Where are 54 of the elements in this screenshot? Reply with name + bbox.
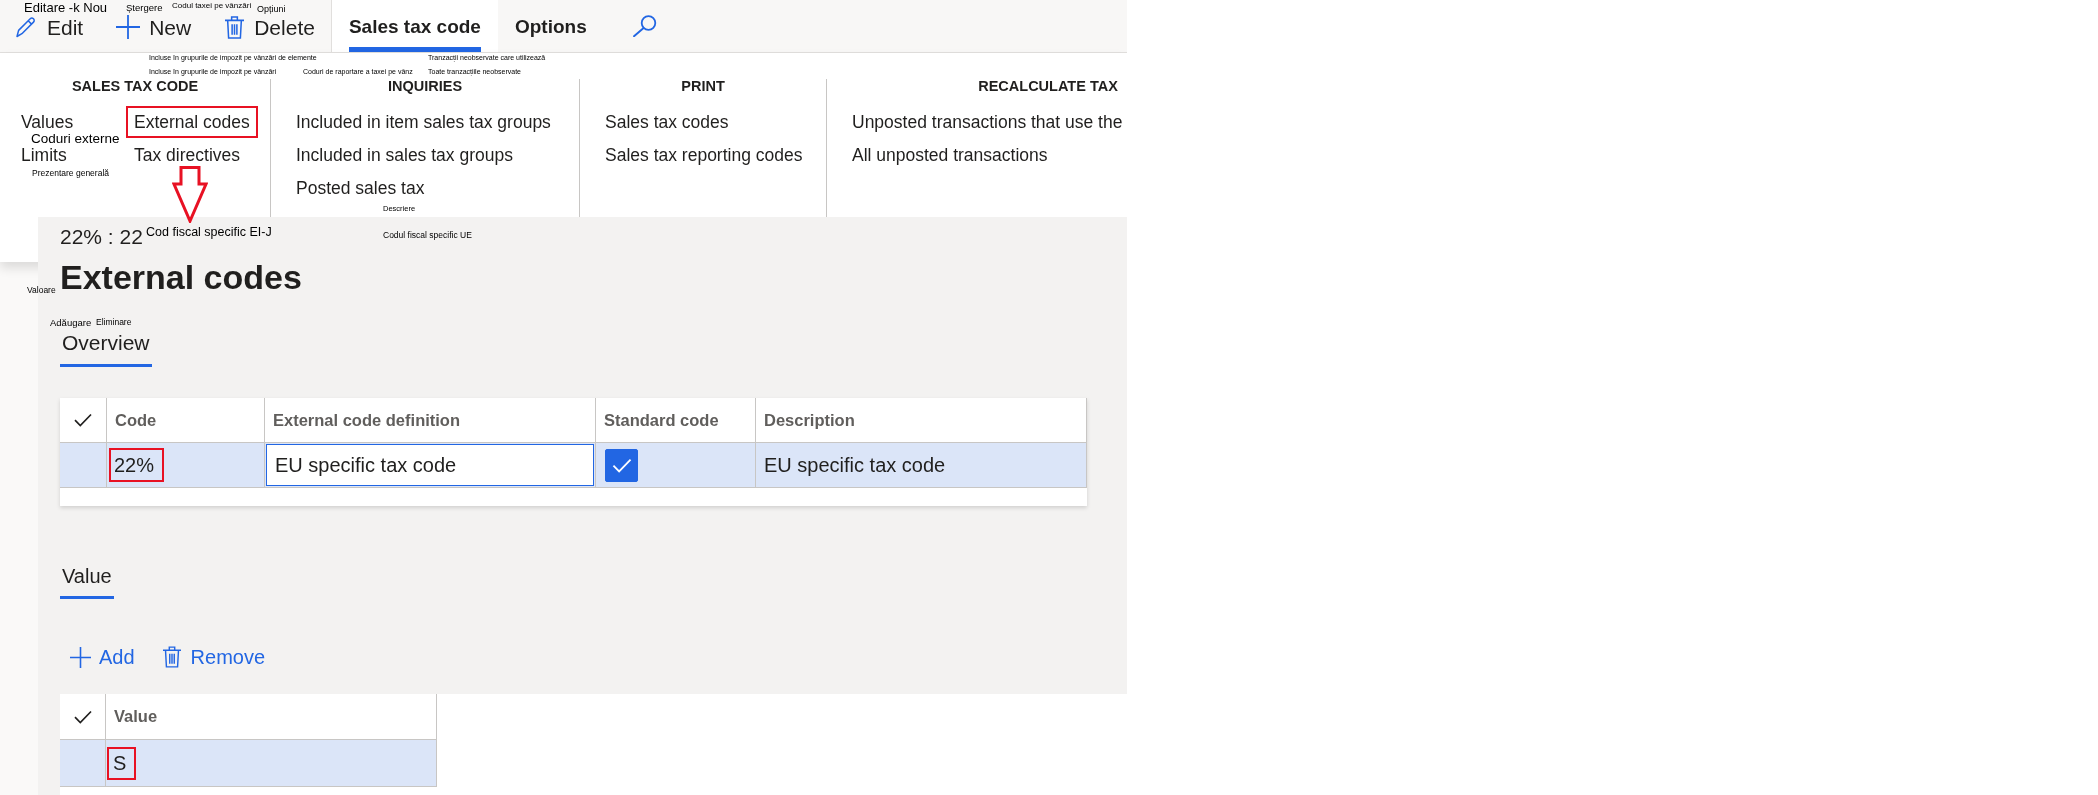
translation-label: Valoare [27, 286, 56, 295]
trash-icon [162, 646, 181, 668]
translation-label: Opțiuni [257, 5, 286, 14]
trash-icon [225, 15, 245, 39]
translation-label: Eliminare [96, 318, 132, 327]
translation-label: Codul taxei pe vânzări [172, 2, 252, 10]
remove-button[interactable]: Remove [134, 644, 266, 670]
ribbon-link[interactable]: Included in sales tax groups [296, 146, 513, 164]
ribbon-link[interactable]: Sales tax reporting codes [605, 146, 803, 164]
table-cell: EU specific tax code [756, 443, 1087, 488]
table-row[interactable]: S [60, 740, 437, 787]
pencil-icon [15, 16, 37, 38]
tab[interactable]: Overview [60, 331, 152, 367]
ribbon-link[interactable]: Included in item sales tax groups [296, 113, 551, 131]
checkbox[interactable] [605, 448, 638, 482]
translation-label: Ștergere [126, 3, 163, 13]
ribbon-group-title: PRINT [680, 79, 726, 94]
new-button[interactable]: New [99, 15, 208, 39]
ribbon-group-title: INQUIRIES [386, 79, 464, 94]
translation-label: Codul fiscal specific UE [383, 231, 472, 240]
record-caption: 22% : 22 [60, 225, 143, 249]
ribbon-link[interactable]: Limits [21, 146, 67, 164]
edit-button[interactable]: Edit [0, 15, 100, 39]
translation-label: Prezentare generală [32, 169, 110, 178]
search-button[interactable] [632, 15, 657, 37]
tab[interactable]: Value [60, 564, 114, 599]
ribbon-link[interactable]: Sales tax codes [605, 113, 729, 131]
ribbon-link[interactable]: External codes [134, 113, 250, 131]
ribbon-link[interactable]: Unposted transactions that use the [852, 113, 1123, 131]
checkmark-icon[interactable] [74, 413, 92, 427]
cell-text: 22% [114, 454, 155, 476]
translation-label: Editare -k Nou [24, 1, 108, 14]
search-icon [632, 15, 657, 37]
translation-label: Coduri externe [31, 132, 120, 146]
add-button[interactable]: Add [60, 644, 135, 670]
ribbon-link[interactable]: Tax directives [134, 146, 240, 164]
ribbon-group-title: SALES TAX CODE [70, 79, 200, 94]
ribbon-link[interactable]: Values [21, 113, 74, 131]
page-title: External codes [60, 257, 302, 297]
checkmark-icon[interactable] [73, 709, 92, 724]
plus-icon [116, 15, 141, 39]
ribbon-link[interactable]: All unposted transactions [852, 146, 1048, 164]
plus-icon [70, 646, 91, 668]
ribbon-link[interactable]: Posted sales tax [296, 179, 425, 197]
cell-text: S [113, 751, 127, 774]
text-input[interactable]: EU specific tax code [266, 444, 594, 486]
table-row[interactable]: 22% EU specific tax code EU specific tax code [60, 443, 1087, 488]
tab[interactable]: Sales tax code [331, 0, 498, 52]
tab[interactable]: Options [497, 0, 604, 52]
ribbon-group-title: RECALCULATE TAX [977, 79, 1119, 94]
delete-button[interactable]: Delete [207, 15, 331, 39]
translation-label: Cod fiscal specific EI-J [146, 226, 272, 239]
translation-label: Adăugare [50, 318, 92, 328]
checkmark-icon [611, 457, 632, 473]
